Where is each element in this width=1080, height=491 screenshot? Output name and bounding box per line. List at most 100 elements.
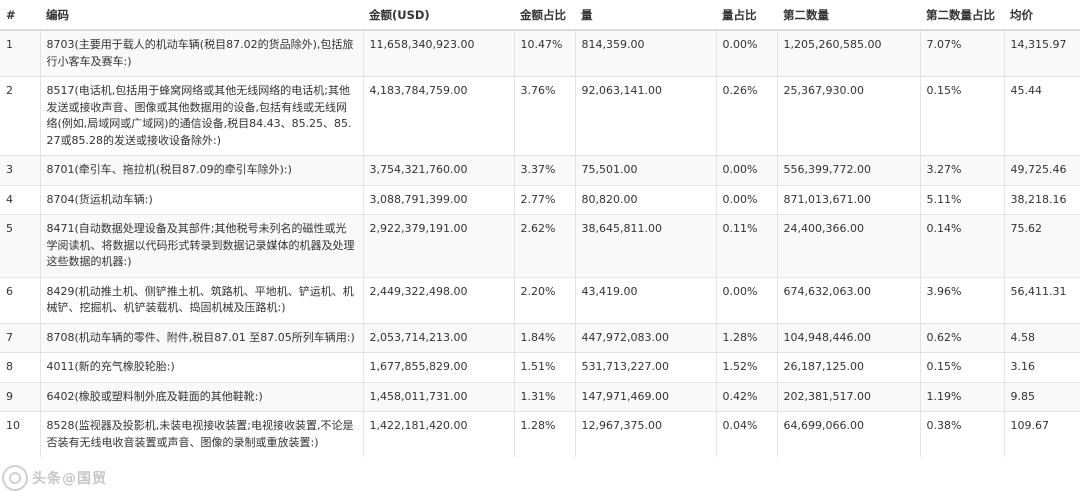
cell-qty2: 26,187,125.00	[776, 352, 920, 382]
cell-index: 9	[0, 381, 40, 412]
table-row: 1 8703(主要用于载人的机动车辆(税目87.02的货品除外),包括旅行小客车…	[0, 29, 1080, 77]
cell-index: 4	[0, 184, 40, 215]
cell-qty-pct: 1.52%	[715, 352, 777, 382]
cell-avg-price: 56,411.31	[1003, 276, 1080, 323]
cell-amount: 4,183,784,759.00	[362, 76, 514, 156]
cell-qty-pct: 0.00%	[715, 29, 777, 77]
cell-amount: 3,754,321,760.00	[362, 155, 514, 185]
cell-qty2: 24,400,366.00	[776, 214, 920, 277]
cell-qty2-pct: 0.38%	[919, 411, 1004, 457]
cell-amount-pct: 3.76%	[513, 76, 575, 156]
cell-code: 8429(机动推土机、侧铲推土机、筑路机、平地机、铲运机、机械铲、挖掘机、机铲装…	[39, 276, 363, 323]
cell-avg-price: 9.85	[1003, 381, 1080, 412]
cell-code: 8704(货运机动车辆:)	[39, 184, 363, 215]
cell-code: 4011(新的充气橡胶轮胎:)	[39, 352, 363, 382]
cell-amount-pct: 3.37%	[513, 155, 575, 185]
cell-qty: 531,713,227.00	[574, 352, 716, 382]
cell-avg-price: 109.67	[1003, 411, 1080, 457]
table-header: # 编码 金额(USD) 金额占比 量 量占比 第二数量 第二数量占比 均价	[0, 0, 1080, 31]
cell-avg-price: 49,725.46	[1003, 155, 1080, 185]
cell-qty2-pct: 1.19%	[919, 381, 1004, 412]
cell-qty2: 871,013,671.00	[776, 184, 920, 215]
cell-qty-pct: 0.26%	[715, 76, 777, 156]
cell-qty: 147,971,469.00	[574, 381, 716, 412]
cell-amount-pct: 2.20%	[513, 276, 575, 323]
cell-index: 1	[0, 29, 40, 77]
cell-qty-pct: 0.11%	[715, 214, 777, 277]
cell-amount-pct: 2.62%	[513, 214, 575, 277]
cell-index: 2	[0, 76, 40, 156]
cell-code: 8517(电话机,包括用于蜂窝网络或其他无线网络的电话机;其他发送或接收声音、图…	[39, 76, 363, 156]
cell-avg-price: 3.16	[1003, 352, 1080, 382]
cell-qty2: 25,367,930.00	[776, 76, 920, 156]
cell-qty: 447,972,083.00	[574, 322, 716, 353]
cell-index: 10	[0, 411, 40, 457]
table-row: 7 8708(机动车辆的零件、附件,税目87.01 至87.05所列车辆用:) …	[0, 322, 1080, 353]
col-header-qty2-pct[interactable]: 第二数量占比	[920, 0, 1004, 31]
cell-qty2-pct: 5.11%	[919, 184, 1004, 215]
cell-qty2-pct: 0.15%	[919, 76, 1004, 156]
cell-qty2: 1,205,260,585.00	[776, 29, 920, 77]
cell-qty-pct: 0.00%	[715, 276, 777, 323]
cell-qty-pct: 0.04%	[715, 411, 777, 457]
cell-qty2: 104,948,446.00	[776, 322, 920, 353]
cell-qty: 75,501.00	[574, 155, 716, 185]
cell-amount-pct: 1.84%	[513, 322, 575, 353]
col-header-qty2[interactable]: 第二数量	[777, 0, 920, 31]
cell-amount: 2,053,714,213.00	[362, 322, 514, 353]
cell-qty: 38,645,811.00	[574, 214, 716, 277]
cell-code: 6402(橡胶或塑料制外底及鞋面的其他鞋靴:)	[39, 381, 363, 412]
trade-data-table: # 编码 金额(USD) 金额占比 量 量占比 第二数量 第二数量占比 均价 1…	[0, 0, 1080, 457]
col-header-index[interactable]: #	[0, 0, 40, 31]
table-body: 1 8703(主要用于载人的机动车辆(税目87.02的货品除外),包括旅行小客车…	[0, 29, 1080, 457]
cell-avg-price: 38,218.16	[1003, 184, 1080, 215]
cell-qty: 80,820.00	[574, 184, 716, 215]
table-row: 4 8704(货运机动车辆:) 3,088,791,399.00 2.77% 8…	[0, 184, 1080, 215]
cell-qty2: 64,699,066.00	[776, 411, 920, 457]
cell-index: 3	[0, 155, 40, 185]
cell-index: 5	[0, 214, 40, 277]
cell-qty2: 556,399,772.00	[776, 155, 920, 185]
cell-qty2: 202,381,517.00	[776, 381, 920, 412]
cell-amount: 1,677,855,829.00	[362, 352, 514, 382]
cell-code: 8701(牵引车、拖拉机(税目87.09的牵引车除外):)	[39, 155, 363, 185]
cell-qty-pct: 0.42%	[715, 381, 777, 412]
cell-qty-pct: 0.00%	[715, 155, 777, 185]
cell-code: 8528(监视器及投影机,未装电视接收装置;电视接收装置,不论是否装有无线电收音…	[39, 411, 363, 457]
table-row: 2 8517(电话机,包括用于蜂窝网络或其他无线网络的电话机;其他发送或接收声音…	[0, 76, 1080, 156]
cell-amount-pct: 1.28%	[513, 411, 575, 457]
cell-qty2-pct: 3.27%	[919, 155, 1004, 185]
cell-amount: 1,422,181,420.00	[362, 411, 514, 457]
cell-qty2-pct: 0.14%	[919, 214, 1004, 277]
cell-qty2-pct: 0.62%	[919, 322, 1004, 353]
cell-amount-pct: 2.77%	[513, 184, 575, 215]
cell-qty: 43,419.00	[574, 276, 716, 323]
cell-qty: 814,359.00	[574, 29, 716, 77]
col-header-avg-price[interactable]: 均价	[1004, 0, 1080, 31]
cell-qty2-pct: 3.96%	[919, 276, 1004, 323]
table-row: 3 8701(牵引车、拖拉机(税目87.09的牵引车除外):) 3,754,32…	[0, 155, 1080, 185]
cell-avg-price: 45.44	[1003, 76, 1080, 156]
col-header-qty[interactable]: 量	[575, 0, 716, 31]
col-header-qty-pct[interactable]: 量占比	[716, 0, 777, 31]
cell-index: 8	[0, 352, 40, 382]
col-header-amount-pct[interactable]: 金额占比	[514, 0, 575, 31]
watermark-text: 头条@国贸	[32, 471, 107, 487]
col-header-code[interactable]: 编码	[40, 0, 363, 31]
col-header-amount[interactable]: 金额(USD)	[363, 0, 514, 31]
cell-qty: 12,967,375.00	[574, 411, 716, 457]
cell-amount: 3,088,791,399.00	[362, 184, 514, 215]
cell-qty-pct: 1.28%	[715, 322, 777, 353]
table-row: 6 8429(机动推土机、侧铲推土机、筑路机、平地机、铲运机、机械铲、挖掘机、机…	[0, 276, 1080, 323]
cell-code: 8471(自动数据处理设备及其部件;其他税号未列名的磁性或光学阅读机、将数据以代…	[39, 214, 363, 277]
cell-index: 6	[0, 276, 40, 323]
cell-amount: 2,449,322,498.00	[362, 276, 514, 323]
cell-avg-price: 75.62	[1003, 214, 1080, 277]
cell-amount-pct: 1.51%	[513, 352, 575, 382]
cell-avg-price: 4.58	[1003, 322, 1080, 353]
watermark-logo-icon	[2, 465, 28, 491]
cell-amount: 2,922,379,191.00	[362, 214, 514, 277]
cell-qty: 92,063,141.00	[574, 76, 716, 156]
cell-amount-pct: 10.47%	[513, 29, 575, 77]
cell-avg-price: 14,315.97	[1003, 29, 1080, 77]
